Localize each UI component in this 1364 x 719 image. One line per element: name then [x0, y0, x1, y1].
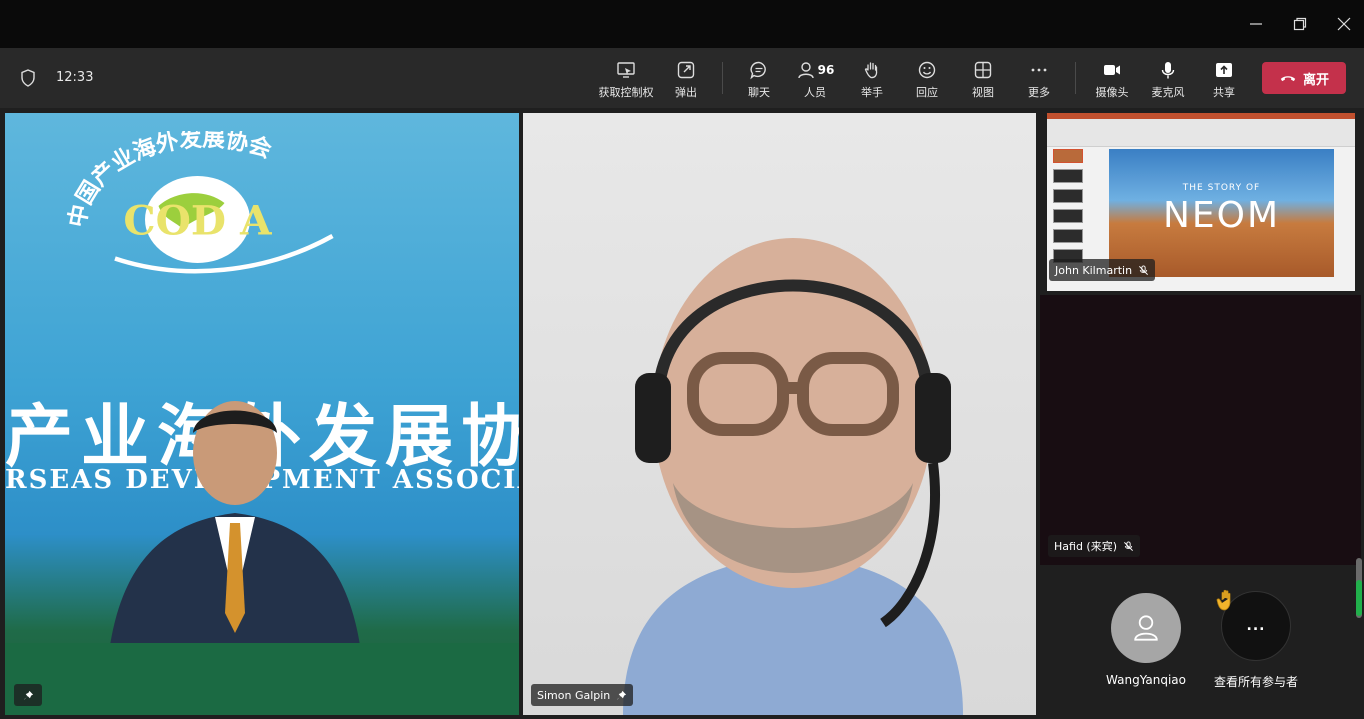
slide-thumbnail	[1053, 149, 1083, 163]
slide-title: NEOM	[1162, 195, 1281, 236]
more-icon	[1031, 68, 1047, 72]
share-icon	[1216, 63, 1232, 77]
reactions-button[interactable]: 回应	[913, 58, 941, 102]
restore-icon	[1293, 17, 1307, 31]
view-all-participants-label: 查看所有参与者	[1213, 675, 1298, 689]
participant-name: Hafid (来宾)	[1054, 540, 1118, 553]
speaker-figure	[623, 238, 963, 715]
participant-video-tile-middle[interactable]: Simon Galpin	[523, 113, 1036, 715]
people-icon	[797, 62, 814, 79]
toolbar-divider	[1075, 62, 1076, 94]
participant-name: John Kilmartin	[1055, 263, 1133, 277]
pin-badge[interactable]	[14, 684, 42, 706]
smiley-icon	[918, 61, 936, 79]
participant-name: Simon Galpin	[537, 688, 611, 702]
conference-table	[5, 643, 519, 715]
restore-button[interactable]	[1286, 10, 1314, 38]
close-icon	[1337, 17, 1351, 31]
take-control-icon	[617, 62, 635, 78]
pop-out-button[interactable]: 弹出	[672, 58, 700, 102]
raise-hand-button[interactable]: 举手	[858, 58, 886, 102]
screen-share-tile[interactable]: THE STORY OF NEOM John Kilmartin	[1047, 113, 1355, 291]
take-control-button[interactable]: 获取控制权	[597, 58, 655, 102]
hang-up-icon	[1280, 76, 1296, 82]
minimize-icon	[1250, 23, 1262, 25]
participant-name-tag: Hafid (来宾)	[1048, 535, 1141, 557]
video-stage: 中国产业海外发展协会 COD A 产业海外发展协 RSEAS DEVELOPME…	[0, 108, 1364, 719]
camera-button[interactable]: 摄像头	[1093, 58, 1131, 102]
person-icon	[1134, 615, 1158, 641]
participant-avatar-wangyanqiao[interactable]	[1111, 593, 1181, 663]
slide-subtitle: THE STORY OF	[1182, 183, 1261, 193]
current-slide: THE STORY OF NEOM	[1109, 149, 1334, 277]
microphone-icon	[1161, 62, 1175, 79]
logo-text: COD A	[123, 197, 272, 245]
slide-thumbnail	[1053, 209, 1083, 223]
shield-icon[interactable]	[18, 68, 38, 88]
slide-thumbnail	[1053, 229, 1083, 243]
pin-icon	[23, 690, 33, 700]
mic-muted-icon	[1124, 540, 1133, 551]
leave-label: 离开	[1302, 72, 1329, 88]
mic-muted-icon	[1139, 264, 1149, 275]
grid-view-icon	[974, 61, 992, 79]
microphone-button[interactable]: 麦克风	[1149, 58, 1187, 102]
powerpoint-ribbon	[1047, 113, 1355, 147]
chat-button[interactable]: 聊天	[745, 58, 773, 102]
scrollbar-thumb[interactable]	[1356, 580, 1362, 616]
share-button[interactable]: 共享	[1210, 58, 1238, 102]
more-button[interactable]: 更多	[1025, 58, 1053, 102]
meeting-timer: 12:33	[56, 70, 94, 85]
pin-icon[interactable]	[616, 690, 627, 701]
participant-name-tag: John Kilmartin	[1049, 259, 1156, 281]
slide-thumbnail	[1053, 169, 1083, 183]
participant-video-tile-left[interactable]: 中国产业海外发展协会 COD A 产业海外发展协 RSEAS DEVELOPME…	[5, 113, 519, 715]
leave-button[interactable]: 离开	[1262, 62, 1346, 94]
chat-icon	[750, 61, 766, 80]
more-dots: ...	[1246, 618, 1266, 634]
raised-hand-icon	[1216, 589, 1231, 611]
meeting-toolbar: 12:33 获取控制权 弹出 聊天 96 人员 举手 回应 视图 更多 摄像头 …	[0, 48, 1364, 108]
view-button[interactable]: 视图	[969, 58, 997, 102]
raise-hand-icon	[864, 62, 878, 79]
association-logo: 中国产业海外发展协会 COD A	[64, 131, 334, 274]
slide-thumbnail	[1053, 189, 1083, 203]
camera-icon	[1104, 65, 1120, 75]
window-titlebar	[0, 0, 1364, 48]
participant-label: WangYanqiao	[1106, 673, 1186, 687]
participant-name-tag: Simon Galpin	[531, 684, 634, 706]
participant-video-tile-hafid[interactable]: Hafid (来宾)	[1040, 295, 1361, 565]
toolbar-divider	[722, 62, 723, 94]
people-button[interactable]: 96 人员	[796, 58, 834, 102]
people-count: 96	[817, 63, 835, 77]
minimize-button[interactable]	[1242, 10, 1270, 38]
close-button[interactable]	[1330, 10, 1358, 38]
pop-out-icon	[677, 61, 695, 79]
